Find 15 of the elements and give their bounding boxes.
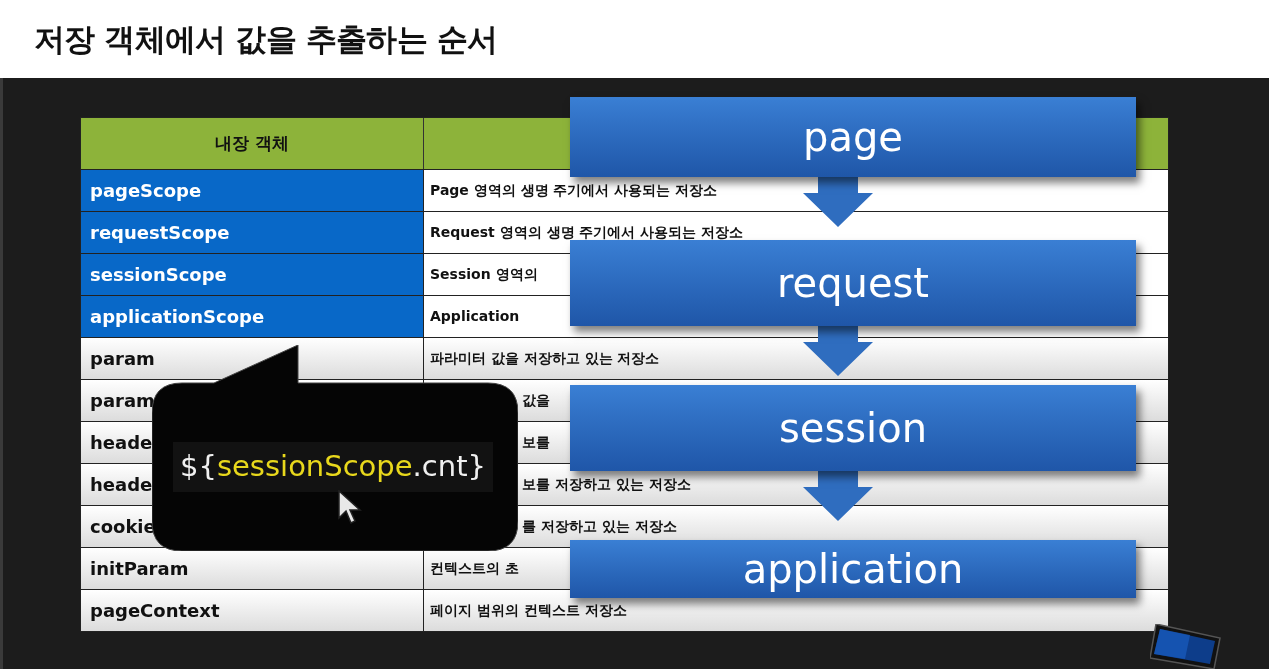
flow-box: application xyxy=(570,540,1136,598)
table-cell: applicationScope xyxy=(81,296,424,337)
slide-title: 저장 객체에서 값을 추출하는 순서 xyxy=(34,19,498,59)
flow-box: session xyxy=(570,385,1136,471)
mouse-cursor-icon xyxy=(338,490,362,526)
table-cell: sessionScope xyxy=(81,254,424,295)
flow-box: page xyxy=(570,97,1136,177)
table-cell: pageScope xyxy=(81,170,424,211)
table-cell: initParam xyxy=(81,548,424,589)
flow-box: request xyxy=(570,240,1136,326)
table-cell: param xyxy=(81,338,424,379)
code-expression: ${sessionScope.cnt} xyxy=(173,442,493,492)
table-cell: pageContext xyxy=(81,590,424,631)
table-cell: requestScope xyxy=(81,212,424,253)
table-header-cell: 내장 객체 xyxy=(81,118,424,169)
